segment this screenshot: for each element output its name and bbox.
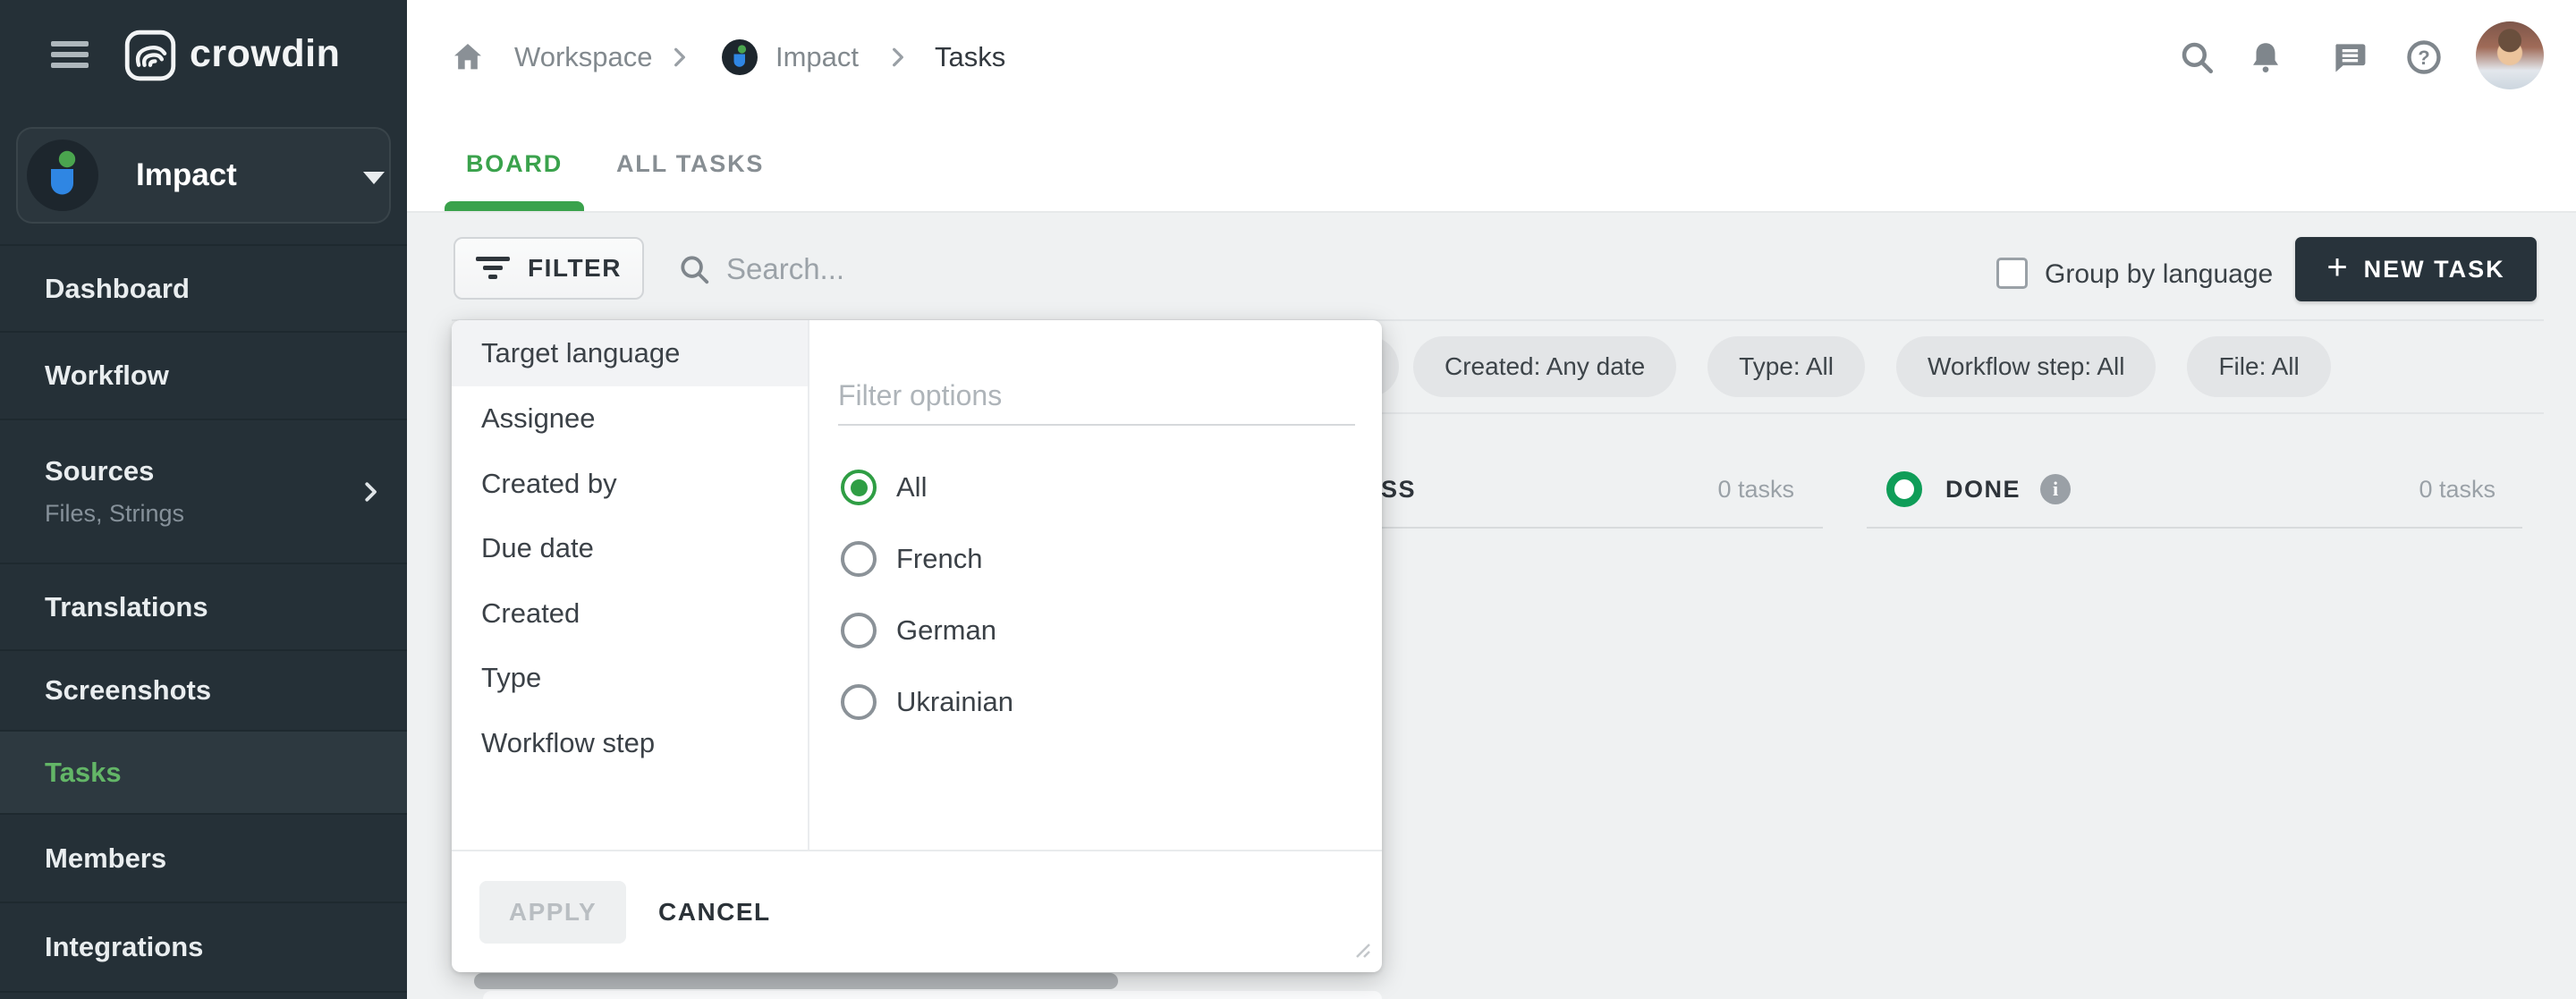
sidebar-item-label: Dashboard — [45, 273, 407, 305]
filter-chip-created[interactable]: Created: Any date — [1413, 336, 1676, 397]
view-tabs: BOARD ALL TASKS — [445, 116, 764, 211]
search-icon[interactable] — [2178, 0, 2216, 114]
project-name: Impact — [136, 127, 237, 224]
filter-category-created-by[interactable]: Created by — [452, 452, 808, 517]
crowdin-wordmark[interactable]: crowdin — [190, 32, 340, 76]
breadcrumb-current-page: Tasks — [935, 0, 1005, 114]
active-tab-indicator — [445, 201, 584, 211]
tab-all-tasks[interactable]: ALL TASKS — [616, 116, 764, 211]
filter-panel-footer: APPLY CANCEL — [452, 850, 1382, 972]
filter-chip-file[interactable]: File: All — [2187, 336, 2330, 397]
sidebar-item-label: Screenshots — [45, 674, 407, 707]
sidebar-item-label: Translations — [45, 591, 407, 623]
radio-icon — [841, 613, 877, 648]
resize-handle[interactable] — [1346, 934, 1373, 965]
column-title: DONE — [1945, 476, 2021, 504]
sidebar-item-workflow[interactable]: Workflow — [0, 331, 407, 419]
sidebar-item-label: Members — [45, 842, 407, 875]
chevron-right-icon — [668, 0, 691, 114]
info-icon[interactable]: i — [2040, 474, 2071, 504]
tab-label: BOARD — [466, 150, 563, 178]
filter-chip-workflow-step[interactable]: Workflow step: All — [1896, 336, 2156, 397]
chevron-right-icon — [886, 0, 910, 114]
active-filter-chips: Created: Any date Type: All Workflow ste… — [1413, 336, 2331, 397]
radio-icon — [841, 541, 877, 577]
radio-label: All — [896, 471, 927, 504]
radio-selected-icon — [841, 470, 877, 505]
radio-label: Ukrainian — [896, 686, 1013, 718]
new-task-button[interactable]: + NEW TASK — [2295, 237, 2537, 301]
svg-text:?: ? — [2418, 47, 2429, 69]
sidebar-item-label: Integrations — [45, 931, 407, 963]
sidebar-item-translations[interactable]: Translations — [0, 563, 407, 649]
filter-category-due-date[interactable]: Due date — [452, 516, 808, 581]
filter-options-search-input[interactable] — [838, 367, 1355, 426]
sidebar-item-screenshots[interactable]: Screenshots — [0, 649, 407, 730]
filter-chip-type[interactable]: Type: All — [1707, 336, 1865, 397]
project-logo-icon — [722, 0, 758, 114]
top-header: Workspace Impact Tasks ? BOARD ALL TASKS — [407, 0, 2576, 213]
horizontal-scrollbar-thumb[interactable] — [474, 973, 1118, 989]
home-icon[interactable] — [450, 0, 486, 114]
radio-label: German — [896, 614, 996, 647]
hamburger-menu-icon[interactable] — [51, 41, 89, 72]
board-card-edge — [483, 991, 1382, 999]
sidebar-item-tasks[interactable]: Tasks — [0, 730, 407, 813]
tab-board[interactable]: BOARD — [445, 116, 584, 211]
sidebar-item-partial — [0, 991, 407, 999]
apply-button[interactable]: APPLY — [479, 881, 626, 944]
radio-option-german[interactable]: German — [811, 595, 1382, 666]
board-column-done: DONE i 0 tasks — [1867, 452, 2522, 529]
cancel-button[interactable]: CANCEL — [658, 898, 771, 927]
breadcrumb-workspace[interactable]: Workspace — [514, 0, 653, 114]
column-task-count: 0 tasks — [2419, 476, 2522, 504]
sidebar-item-label: Tasks — [45, 757, 407, 789]
sidebar-item-integrations[interactable]: Integrations — [0, 902, 407, 991]
done-status-circle-icon — [1886, 471, 1922, 507]
filter-button-label: FILTER — [528, 254, 622, 283]
filter-category-assignee[interactable]: Assignee — [452, 386, 808, 452]
sidebar-nav: Dashboard Workflow Sources Files, String… — [0, 244, 407, 999]
radio-option-ukrainian[interactable]: Ukrainian — [811, 666, 1382, 738]
sidebar-item-dashboard[interactable]: Dashboard — [0, 244, 407, 331]
radio-label: French — [896, 543, 982, 575]
sidebar-item-label: Workflow — [45, 360, 407, 392]
new-task-label: NEW TASK — [2364, 256, 2505, 284]
filter-button[interactable]: FILTER — [453, 237, 644, 300]
help-icon[interactable]: ? — [2404, 0, 2444, 114]
column-title-fragment: SS — [1381, 476, 1416, 504]
sidebar-item-sources[interactable]: Sources Files, Strings — [0, 419, 407, 563]
radio-option-all[interactable]: All — [811, 452, 1382, 523]
filter-icon — [476, 257, 510, 280]
search-icon — [677, 252, 711, 291]
sidebar: crowdin Impact Dashboard Workflow Source… — [0, 0, 407, 999]
radio-option-french[interactable]: French — [811, 523, 1382, 595]
sidebar-item-members[interactable]: Members — [0, 813, 407, 902]
filter-category-workflow-step[interactable]: Workflow step — [452, 711, 808, 776]
crowdin-logo-icon[interactable] — [124, 30, 176, 86]
plus-icon: + — [2326, 250, 2347, 285]
chevron-right-icon — [357, 478, 384, 510]
filter-category-target-language[interactable]: Target language — [452, 320, 808, 386]
group-by-language-checkbox[interactable] — [1996, 258, 2028, 289]
user-avatar[interactable] — [2476, 21, 2544, 89]
notifications-bell-icon[interactable] — [2247, 0, 2284, 114]
filter-category-created[interactable]: Created — [452, 581, 808, 647]
sidebar-item-label: Sources — [45, 455, 407, 487]
radio-icon — [841, 684, 877, 720]
sidebar-item-subtitle: Files, Strings — [45, 500, 407, 528]
messages-icon[interactable] — [2330, 0, 2369, 114]
filter-options-pane: All French German Ukrainian — [811, 320, 1382, 850]
filter-category-list: Target language Assignee Created by Due … — [452, 320, 809, 850]
filter-panel: Target language Assignee Created by Due … — [452, 320, 1382, 972]
column-task-count: 0 tasks — [1717, 476, 1823, 504]
project-logo-icon — [27, 140, 98, 216]
chevron-down-icon — [363, 172, 385, 184]
breadcrumb-project[interactable]: Impact — [775, 0, 859, 114]
tab-label: ALL TASKS — [616, 150, 764, 178]
task-search-input[interactable] — [726, 247, 1227, 292]
group-by-language-label[interactable]: Group by language — [2045, 258, 2273, 290]
filter-category-type[interactable]: Type — [452, 646, 808, 711]
